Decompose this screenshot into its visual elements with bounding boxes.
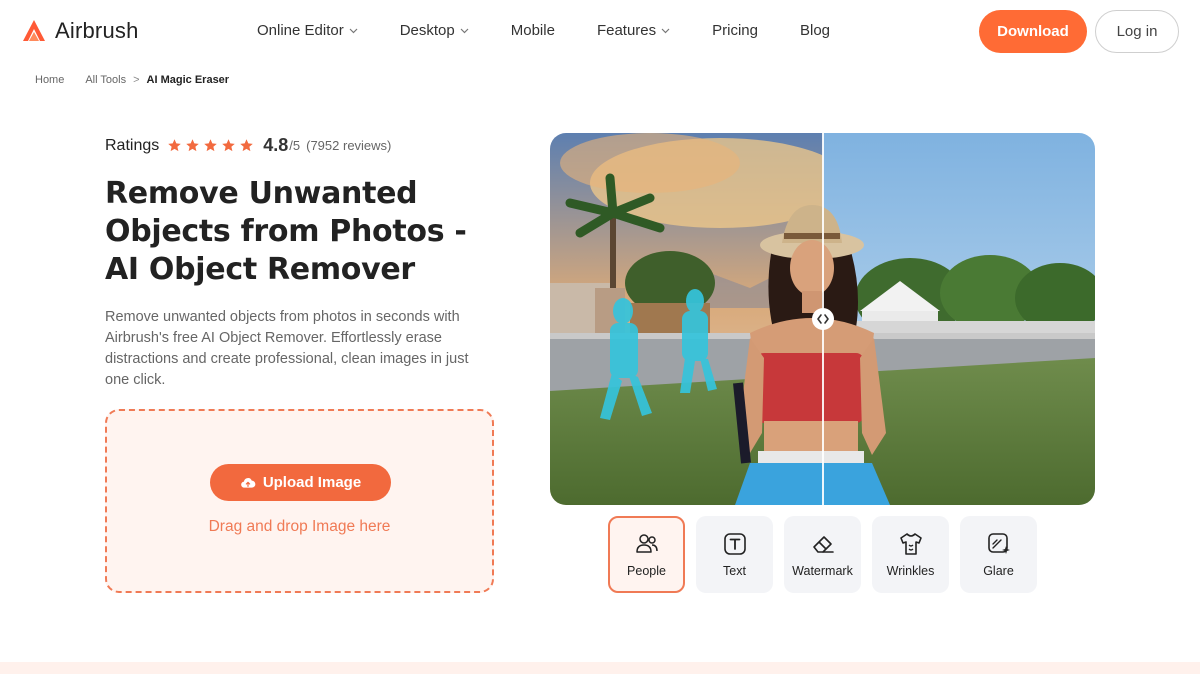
nav-item-label: Mobile xyxy=(510,22,555,39)
breadcrumb-current: AI Magic Eraser xyxy=(146,74,230,86)
breadcrumb-separator: > xyxy=(133,74,140,86)
comparison-photo xyxy=(550,133,1095,505)
ratings-label: Ratings xyxy=(105,136,160,154)
cloud-upload-icon xyxy=(240,477,256,488)
upload-dropzone[interactable]: Upload Image Drag and drop Image here xyxy=(105,409,494,593)
text-icon xyxy=(723,533,746,555)
glare-icon xyxy=(987,533,1010,554)
nav-item-mobile[interactable]: Mobile xyxy=(511,22,555,39)
tool-label: Glare xyxy=(983,564,1014,578)
nav-item-label: Desktop xyxy=(399,22,455,39)
tool-label: Wrinkles xyxy=(886,564,935,578)
star-icon xyxy=(204,139,217,152)
review-count: (7952 reviews) xyxy=(306,138,392,153)
chevron-down-icon xyxy=(661,28,670,33)
nav-item-desktop[interactable]: Desktop xyxy=(400,22,469,39)
chevron-down-icon xyxy=(460,28,469,33)
shirt-icon xyxy=(899,533,922,555)
breadcrumb: Home All Tools > AI Magic Eraser xyxy=(35,74,229,86)
hero-description: Remove unwanted objects from photos in s… xyxy=(105,309,469,388)
people-icon xyxy=(635,534,658,553)
eraser-icon xyxy=(812,536,834,553)
rating-out-of: /5 xyxy=(289,138,301,153)
ratings-row: Ratings 4.8 /5 (7952 reviews) xyxy=(105,135,391,156)
breadcrumb-home[interactable]: Home xyxy=(35,74,64,86)
compare-slider-handle[interactable] xyxy=(812,308,834,330)
brand-name: Airbrush xyxy=(55,18,139,43)
nav-item-online-editor[interactable]: Online Editor xyxy=(257,22,358,39)
tool-wrinkles[interactable]: Wrinkles xyxy=(872,516,949,593)
upload-image-button[interactable]: Upload Image xyxy=(210,464,391,501)
section-divider xyxy=(0,662,1200,674)
chevron-down-icon xyxy=(349,28,358,33)
star-icon xyxy=(240,139,253,152)
tool-watermark[interactable]: Watermark xyxy=(784,516,861,593)
tool-label: People xyxy=(627,564,666,578)
main-nav: Online Editor Desktop Mobile Features Pr… xyxy=(257,22,872,39)
tool-people[interactable]: People xyxy=(608,516,685,593)
tool-label: Text xyxy=(723,564,746,578)
nav-item-label: Blog xyxy=(800,22,831,39)
download-button[interactable]: Download xyxy=(979,10,1087,53)
before-after-preview[interactable] xyxy=(550,133,1095,505)
nav-item-pricing[interactable]: Pricing xyxy=(712,22,758,39)
brand-logo[interactable]: Airbrush xyxy=(21,18,139,44)
star-icon xyxy=(168,139,181,152)
breadcrumb-all-tools[interactable]: All Tools xyxy=(85,74,126,86)
tool-text[interactable]: Text xyxy=(696,516,773,593)
login-button[interactable]: Log in xyxy=(1095,10,1179,53)
tool-label: Watermark xyxy=(792,564,853,578)
nav-item-features[interactable]: Features xyxy=(597,22,670,39)
page-title: Remove Unwanted Objects from Photos - AI… xyxy=(105,176,467,287)
star-rating xyxy=(167,138,254,153)
upload-button-label: Upload Image xyxy=(262,474,362,491)
star-icon xyxy=(186,139,199,152)
nav-item-label: Online Editor xyxy=(257,22,344,39)
nav-item-blog[interactable]: Blog xyxy=(800,22,830,39)
tool-glare[interactable]: Glare xyxy=(960,516,1037,593)
nav-item-label: Features xyxy=(596,22,657,39)
drag-drop-hint: Drag and drop Image here xyxy=(208,518,391,535)
rating-value: 4.8 xyxy=(263,135,289,155)
site-header: Airbrush Online Editor Desktop Mobile Fe… xyxy=(0,0,1200,62)
nav-item-label: Pricing xyxy=(712,22,758,39)
star-icon xyxy=(222,139,235,152)
tool-selector: People Text Watermark Wrinkles Glare xyxy=(608,516,1037,593)
airbrush-logo-icon xyxy=(23,20,45,41)
